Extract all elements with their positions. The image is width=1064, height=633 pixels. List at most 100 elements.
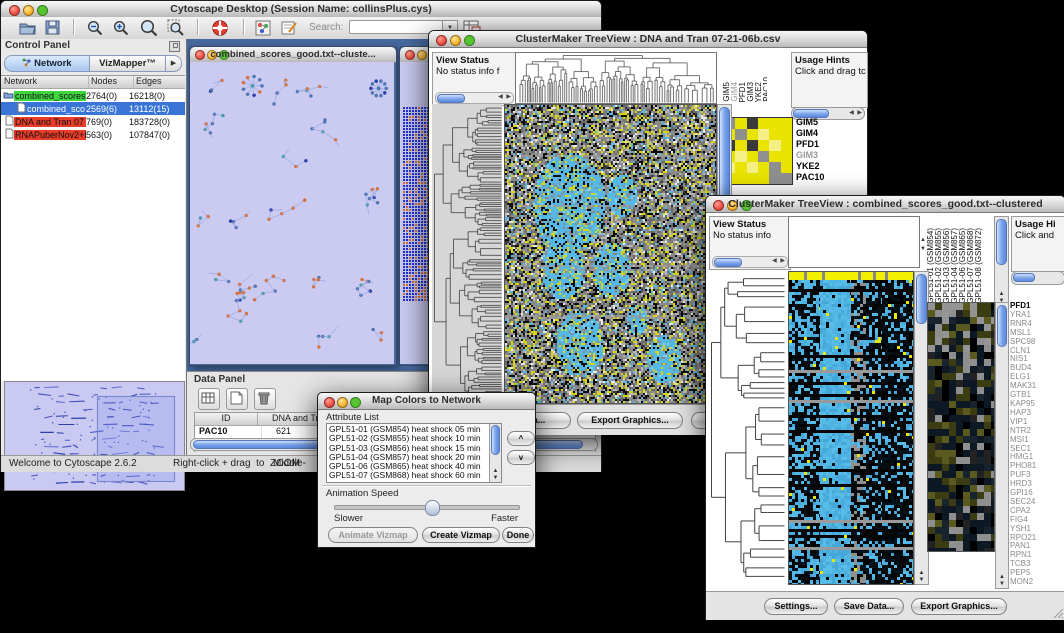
file-icon	[1, 128, 14, 141]
network-frame-1-title: combined_scores_good.txt--cluste...	[190, 49, 396, 60]
column-label: GPL51-08 (GSM872)	[975, 228, 982, 304]
network-view-canvas[interactable]	[190, 62, 394, 364]
matrix-cell	[735, 173, 746, 184]
tv2-status-hscrollbar[interactable]: ◀ ▶	[712, 256, 788, 268]
tv2-labels-vscrollbar[interactable]: ▲▼	[994, 216, 1009, 306]
tv2-label-arrows[interactable]: ▲▼	[919, 236, 927, 254]
zoom-selected-icon[interactable]	[167, 19, 186, 37]
matrix-cell	[769, 151, 780, 162]
tv1-zoom-matrix[interactable]	[723, 117, 793, 185]
zoom-in-icon[interactable]	[113, 20, 130, 36]
matrix-cell	[758, 140, 769, 151]
float-panel-icon[interactable]	[169, 41, 180, 52]
export-graphics-button[interactable]: Export Graphics...	[577, 412, 683, 429]
attribute-list[interactable]: GPL51-01 (GSM854) heat shock 05 minGPL51…	[326, 423, 502, 483]
matrix-cell	[747, 173, 758, 184]
save-data-button[interactable]: Save Data...	[834, 598, 904, 615]
done-button[interactable]: Done	[502, 527, 534, 543]
matrix-cell	[747, 162, 758, 173]
slider-thumb[interactable]	[425, 500, 440, 516]
vizmap-icon[interactable]	[255, 20, 271, 36]
attribute-list-vscrollbar[interactable]: ▲▼	[489, 424, 501, 482]
settings-button[interactable]: Settings...	[764, 598, 828, 615]
treeview1-titlebar[interactable]: ClusterMaker TreeView : DNA and Tran 07-…	[429, 31, 867, 48]
animation-speed-slider[interactable]	[334, 505, 520, 510]
network-frame-1: combined_scores_good.txt--cluste...	[189, 46, 397, 366]
data-panel-title: Data Panel	[194, 374, 245, 385]
dialog-title: Map Colors to Network	[318, 395, 535, 406]
tab-vizmapper[interactable]: VizMapper™	[90, 55, 166, 72]
annotation-icon[interactable]	[281, 20, 298, 36]
minimize-icon[interactable]	[417, 50, 427, 60]
matrix-cell	[781, 129, 792, 140]
tv2-gene-vscrollbar[interactable]: ▲▼	[995, 302, 1009, 589]
attribute-list-item[interactable]: GPL51-07 (GSM868) heat shock 60 min	[329, 471, 489, 480]
matrix-cell	[735, 162, 746, 173]
column-header-network[interactable]: Network	[1, 76, 89, 88]
network-edges-count: 13112(15)	[129, 104, 185, 114]
dialog-titlebar[interactable]: Map Colors to Network	[318, 393, 535, 410]
save-icon[interactable]	[45, 20, 60, 35]
resize-grip[interactable]	[1052, 607, 1064, 619]
matrix-cell	[758, 162, 769, 173]
toolbar-separator	[243, 19, 244, 35]
map-colors-dialog: Map Colors to Network Attribute List GPL…	[317, 392, 536, 548]
tv1-column-dendrogram-canvas[interactable]	[515, 52, 717, 104]
tv1-status-hscrollbar[interactable]: ◀ ▶	[435, 92, 514, 104]
tab-overflow-arrow[interactable]: ▶	[166, 55, 182, 72]
tv1-heatmap-canvas[interactable]	[504, 104, 717, 404]
matrix-cell	[781, 118, 792, 129]
column-label: YKE2	[755, 82, 762, 102]
animate-vizmap-button[interactable]: Animate Vizmap	[328, 527, 418, 543]
column-header-edges[interactable]: Edges	[134, 76, 185, 88]
network-list-row[interactable]: combined_scores2764(0)16218(0)	[1, 89, 185, 102]
network-frame-1-titlebar[interactable]: combined_scores_good.txt--cluste...	[190, 47, 396, 63]
network-list-row[interactable]: combined_sco2569(6)13112(15)	[1, 102, 185, 115]
matrix-cell	[781, 162, 792, 173]
matrix-cell	[781, 151, 792, 162]
animation-speed-label: Animation Speed	[326, 488, 398, 499]
delete-attribute-trash-icon[interactable]	[254, 388, 276, 410]
treeview2-window: ClusterMaker TreeView : combined_scores_…	[705, 195, 1064, 620]
zoom-fit-icon[interactable]	[140, 19, 159, 37]
treeview2-titlebar[interactable]: ClusterMaker TreeView : combined_scores_…	[706, 196, 1064, 213]
tv2-view-status-panel: View Status No status info ◀ ▶	[709, 216, 791, 270]
network-name: combined_scores	[14, 91, 86, 101]
tv1-view-status-panel: View Status No status info f ◀ ▶	[432, 52, 517, 106]
column-header-nodes[interactable]: Nodes	[89, 76, 134, 88]
control-panel-title: Control Panel	[5, 40, 70, 51]
tv2-usage-hscrollbar[interactable]	[1011, 271, 1064, 285]
column-label: PFD1	[739, 82, 746, 102]
main-window-title: Cytoscape Desktop (Session Name: collins…	[1, 3, 601, 15]
move-up-button[interactable]: ^	[507, 431, 535, 446]
tv1-row-dendrogram-canvas[interactable]	[432, 104, 502, 402]
tv2-button-bar: Settings... Save Data... Export Graphics…	[706, 591, 1064, 620]
matrix-cell	[781, 140, 792, 151]
export-graphics-button[interactable]: Export Graphics...	[911, 598, 1007, 615]
tab-network[interactable]: Network	[4, 55, 90, 72]
table-mode-button[interactable]	[198, 388, 220, 410]
network-list-row[interactable]: DNA and Tran 07769(0)183728(0)	[1, 115, 185, 128]
open-file-icon[interactable]	[19, 20, 36, 35]
gene-label: GIM3	[796, 150, 824, 161]
help-lifesaver-icon[interactable]	[211, 19, 229, 37]
tv2-row-dendrogram-canvas[interactable]	[709, 271, 786, 583]
network-list-row[interactable]: RNAPuberNov2+I563(0)107847(0)	[1, 128, 185, 141]
network-list: combined_scores2764(0)16218(0)combined_s…	[1, 89, 185, 141]
tv2-heatmap-canvas[interactable]	[788, 271, 914, 585]
main-titlebar[interactable]: Cytoscape Desktop (Session Name: collins…	[1, 1, 601, 18]
close-icon[interactable]	[405, 50, 415, 60]
column-label: PAC10	[763, 77, 767, 102]
tv2-zoom-heatmap-canvas[interactable]	[927, 302, 995, 552]
faster-label: Faster	[491, 513, 518, 524]
column-header-id[interactable]: ID	[195, 413, 258, 426]
column-label: GPL51-04 (GSM857)	[951, 228, 958, 304]
create-vizmap-button[interactable]: Create Vizmap	[422, 527, 500, 543]
new-attribute-button[interactable]	[226, 388, 248, 410]
treeview2-title: ClusterMaker TreeView : combined_scores_…	[706, 198, 1064, 210]
move-down-button[interactable]: v	[507, 450, 535, 465]
matrix-cell	[747, 129, 758, 140]
matrix-cell	[735, 129, 746, 140]
network-overview-canvas[interactable]	[4, 381, 185, 491]
zoom-out-icon[interactable]	[87, 20, 104, 36]
